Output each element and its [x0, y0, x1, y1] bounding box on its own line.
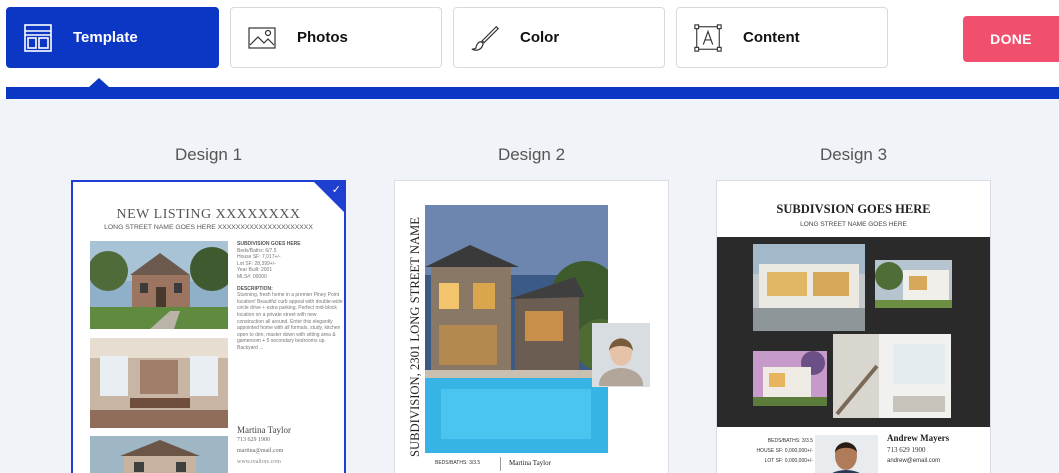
agent-email: andrew@email.com: [887, 458, 941, 464]
detail-line: Year Built: 2001: [237, 267, 273, 274]
subdivision-label: SUBDIVISION GOES HERE: [237, 241, 301, 247]
design-1-card[interactable]: ✓ NEW LISTING XXXXXXXX LONG STREET NAME …: [71, 180, 346, 473]
photo-icon: [247, 23, 277, 53]
house-photo-3: [90, 436, 228, 473]
agent-phone: 713 629 1900: [887, 446, 926, 454]
interior-photo: [90, 338, 228, 428]
design-3-title: Design 3: [819, 145, 888, 164]
active-tab-pointer: [89, 78, 109, 87]
agent-headshot: [815, 435, 878, 473]
color-tab-label: Color: [520, 29, 560, 46]
photos-tab-button[interactable]: Photos: [230, 7, 442, 68]
evening-house-photo: [753, 351, 827, 406]
beds-baths: BEDS/BATHS: 3/3.5: [435, 460, 481, 466]
text-box-icon: [693, 23, 723, 53]
listing-street: LONG STREET NAME GOES HERE XXXXXXXXXXXXX…: [104, 224, 313, 231]
photos-tab-label: Photos: [297, 29, 348, 46]
detail-line: House SF: 7,017+/-: [237, 254, 281, 261]
agent-headshot: [592, 323, 650, 400]
detail-line: Lot SF: 28,399+/-: [237, 260, 276, 267]
description-text: Stunning, fresh home in a premier Piney …: [237, 292, 343, 351]
agent-email: martina@mail.com: [237, 448, 284, 454]
pool-house-photo: [425, 205, 608, 453]
detail-line: Beds/Baths: 6/7.5: [237, 247, 277, 254]
interior-stairs-photo: [833, 334, 951, 418]
subdivision-heading: SUBDIVSION GOES HERE: [776, 202, 931, 216]
street-name: LONG STREET NAME GOES HERE: [800, 221, 907, 228]
design-1-title: Design 1: [174, 145, 243, 164]
exterior-photo: [875, 260, 952, 308]
vertical-address-text: SUBDIVISION, 2301 LONG STREET NAME: [407, 217, 422, 457]
template-tab-button[interactable]: Template: [6, 7, 219, 68]
stat-line: HOUSE SF: 0,000,000+/-: [756, 448, 813, 454]
design-2-card[interactable]: SUBDIVISION, 2301 LONG STREET NAME BEDS/…: [394, 180, 669, 473]
editor-toolbar: Template Photos Color Content DONE: [0, 0, 1059, 86]
accent-bar: [6, 87, 1059, 99]
done-button[interactable]: DONE: [963, 16, 1059, 62]
design-3-card[interactable]: SUBDIVSION GOES HERE LONG STREET NAME GO…: [716, 180, 991, 473]
stat-line: LOT SF: 0,000,000+/-: [764, 458, 813, 464]
content-tab-label: Content: [743, 29, 800, 46]
paintbrush-icon: [470, 23, 500, 53]
modern-house-photo: [753, 244, 865, 331]
stat-line: BEDS/BATHS: 3/3.5: [767, 438, 813, 444]
detail-line: MLS#: 00000: [237, 273, 267, 280]
svg-text:SUBDIVISION, 2301 LONG STREET: SUBDIVISION, 2301 LONG STREET NAME: [407, 217, 422, 457]
agent-name: Andrew Mayers: [887, 433, 950, 443]
color-tab-button[interactable]: Color: [453, 7, 665, 68]
agent-name: Martina Taylor: [509, 459, 551, 467]
checkmark-icon: ✓: [331, 184, 341, 196]
agent-website: www.realtors.com: [237, 459, 281, 465]
content-tab-button[interactable]: Content: [676, 7, 888, 68]
template-tab-label: Template: [73, 29, 138, 46]
listing-title: NEW LISTING XXXXXXXX: [116, 207, 301, 222]
template-icon: [23, 23, 53, 53]
description-label: DESCRIPTION:: [237, 285, 273, 292]
divider: [500, 457, 501, 471]
photo-collage: [717, 237, 990, 427]
house-exterior-photo: [90, 241, 228, 329]
agent-phone: 713 629 1900: [237, 437, 270, 443]
design-2-title: Design 2: [497, 145, 566, 164]
agent-name: Martina Taylor: [237, 425, 291, 435]
